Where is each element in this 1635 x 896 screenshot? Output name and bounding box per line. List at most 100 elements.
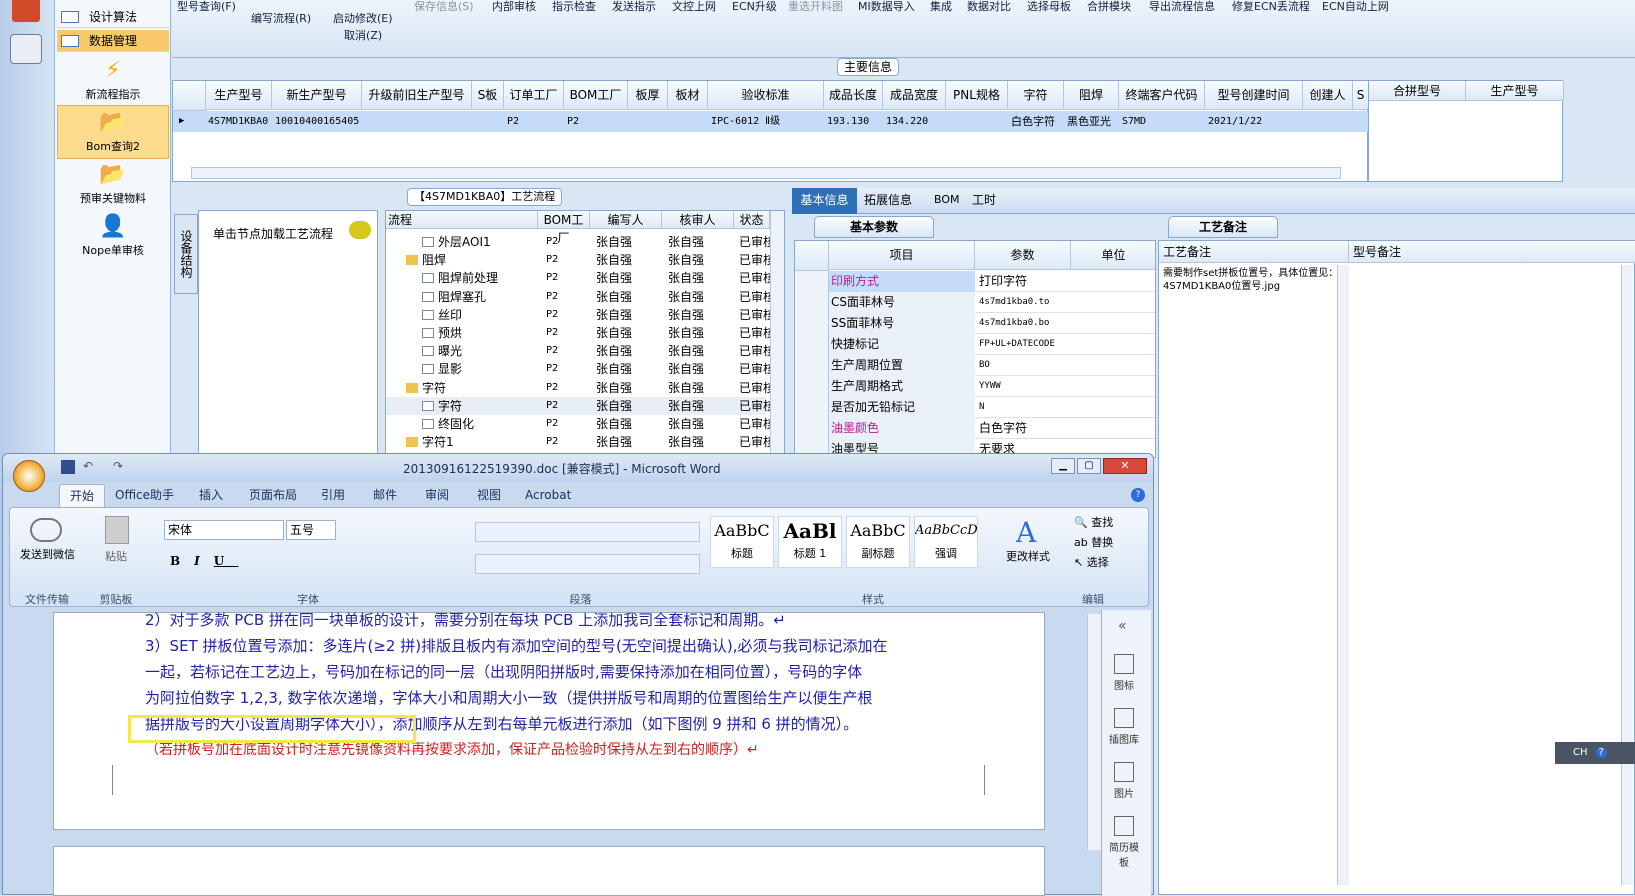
param-value[interactable]: 打印字符 [979, 271, 1027, 292]
office-button[interactable] [13, 460, 45, 492]
column-header[interactable]: 状态 [734, 211, 770, 229]
calculator-icon[interactable] [10, 34, 42, 64]
new-flow-button[interactable]: ⚡ 新流程指示 [57, 54, 169, 108]
param-row[interactable]: 是否加无铅标记 N [795, 397, 1155, 418]
param-row[interactable]: 快捷标记 FP+UL+DATECODE [795, 334, 1155, 355]
save-info-button[interactable]: 保存信息(S) [414, 0, 474, 14]
nav-item-design-algorithm[interactable]: 设计算法 [57, 6, 169, 28]
style-item[interactable]: AaBbC 标题 [710, 516, 774, 568]
ribbon-tab[interactable]: 页面布局 [249, 484, 297, 506]
param-row[interactable]: CS面菲林号 4s7md1kba0.to [795, 292, 1155, 313]
column-header[interactable]: 订单工厂 [504, 81, 564, 110]
param-value[interactable]: BO [979, 355, 990, 376]
param-value[interactable]: 白色字符 [979, 418, 1027, 439]
column-header[interactable]: 核审人 [662, 211, 734, 229]
table-row[interactable]: ▶ 4S7MD1KBA0 10010400165405 P2 P2 IPC-60… [173, 111, 1369, 132]
process-remark-text[interactable]: 需要制作set拼板位置号，具体位置见：4S7MD1KBA0位置号.jpg [1163, 267, 1343, 293]
column-header[interactable]: 成品长度 [824, 81, 883, 110]
select-master-button[interactable]: 选择母板 [1027, 0, 1071, 14]
internal-review-button[interactable]: 内部审核 [492, 0, 536, 14]
tab-basic-info[interactable]: 基本信息 [792, 188, 857, 214]
bom-query-button[interactable]: 📂 Bom查询2 [57, 105, 169, 159]
column-header[interactable]: BOM工厂 [564, 81, 628, 110]
vertical-scrollbar[interactable] [1337, 265, 1349, 885]
column-header[interactable]: 升级前旧生产型号 [362, 81, 472, 110]
param-row[interactable]: SS面菲林号 4s7md1kba0.bo [795, 313, 1155, 334]
column-header[interactable]: 项目 [829, 241, 975, 270]
check-instruction-button[interactable]: 指示检查 [552, 0, 596, 14]
cancel-button[interactable]: 取消(Z) [344, 27, 382, 43]
font-name-select[interactable]: 宋体 [164, 520, 284, 540]
ribbon-tab[interactable]: 开始 [59, 484, 106, 507]
tree-row[interactable]: 阻焊塞孔 P2 张自强 张自强 已审核 [386, 288, 775, 306]
ime-language[interactable]: CH [1573, 747, 1588, 758]
mi-import-button[interactable]: MI数据导入 [858, 0, 915, 14]
collapse-icon[interactable]: « [1118, 618, 1127, 634]
column-header[interactable]: 板材 [668, 81, 708, 110]
column-header[interactable]: 验收标准 [708, 81, 824, 110]
column-header[interactable]: 生产型号 [206, 81, 272, 110]
param-row[interactable]: 生产周期位置 BO [795, 355, 1155, 376]
font-size-select[interactable]: 五号 [286, 520, 336, 540]
vertical-scrollbar[interactable] [770, 211, 784, 457]
replace-button[interactable]: ab 替换 [1074, 534, 1113, 550]
ribbon-tab[interactable]: Office助手 [115, 484, 174, 506]
tree-row[interactable]: 字符 P2 张自强 张自强 已审核 [386, 396, 775, 415]
column-header[interactable]: 阻焊 [1064, 81, 1119, 110]
column-header[interactable]: S板 [472, 81, 504, 110]
tree-row[interactable]: 曝光 P2 张自强 张自强 已审核 [386, 342, 775, 360]
column-header[interactable]: 生产型号 [1466, 81, 1564, 101]
send-to-wechat-button[interactable]: 发送到微信 [20, 546, 75, 562]
redo-icon[interactable]: ↷ [113, 459, 123, 473]
write-flow-button[interactable]: 编写流程(R) [251, 10, 311, 26]
ecn-upgrade-button[interactable]: ECN升级 [732, 0, 777, 14]
tree-row[interactable]: 字符 P2 张自强 张自强 已审核 [386, 379, 775, 397]
integrate-button[interactable]: 集成 [930, 0, 952, 14]
ribbon-tab[interactable]: 邮件 [373, 484, 397, 506]
column-header[interactable]: 字符 [1008, 81, 1064, 110]
horizontal-scrollbar[interactable] [191, 167, 1341, 179]
column-header[interactable]: 编写人 [590, 211, 662, 229]
side-button[interactable]: 图标 [1107, 654, 1141, 692]
list-buttons[interactable] [475, 522, 700, 542]
vertical-scrollbar[interactable] [1087, 614, 1101, 850]
ribbon-tab[interactable]: 引用 [321, 484, 345, 506]
vertical-scrollbar[interactable] [1621, 265, 1633, 885]
side-button[interactable]: 简历模板 [1107, 816, 1141, 869]
maximize-icon[interactable]: ▢ [1077, 458, 1101, 474]
font-format-buttons[interactable]: BIU [170, 554, 238, 568]
alignment-buttons[interactable] [475, 554, 700, 574]
ribbon-tab[interactable]: 视图 [477, 484, 501, 506]
column-header[interactable]: 型号创建时间 [1205, 81, 1303, 110]
export-flow-button[interactable]: 导出流程信息 [1149, 0, 1215, 14]
document-page[interactable]: 2）对于多款 PCB 拼在同一块单板的设计，需要分别在每块 PCB 上添加我司全… [53, 611, 1045, 830]
data-compare-button[interactable]: 数据对比 [967, 0, 1011, 14]
nope-review-button[interactable]: 👤 Nope单审核 [57, 210, 169, 264]
paste-button[interactable]: 粘贴 [105, 548, 127, 564]
column-header[interactable]: 单位 [1071, 241, 1155, 270]
tab-process-remarks[interactable]: 工艺备注 [1168, 216, 1278, 238]
ribbon-tab[interactable]: 审阅 [425, 484, 449, 506]
save-icon[interactable] [61, 460, 75, 474]
reselect-cut-button[interactable]: 重选开料图 [788, 0, 843, 14]
tree-row[interactable]: 预烘 P2 张自强 张自强 已审核 [386, 324, 775, 342]
tree-row[interactable]: 丝印 P2 张自强 张自强 已审核 [386, 306, 775, 324]
style-item[interactable]: AaBbCcD 强调 [914, 516, 978, 568]
ribbon-tab[interactable]: Acrobat [525, 484, 571, 506]
column-header[interactable]: 参数 [975, 241, 1071, 270]
ribbon-tab[interactable]: 插入 [199, 484, 223, 506]
send-instruction-button[interactable]: 发送指示 [612, 0, 656, 14]
find-button[interactable]: 🔍 查找 [1074, 514, 1113, 530]
undo-icon[interactable]: ↶ [83, 459, 93, 473]
minimize-icon[interactable]: ▁ [1051, 458, 1075, 474]
param-row[interactable]: 油墨颜色 白色字符 [795, 418, 1155, 439]
help-icon[interactable]: ? [1131, 488, 1145, 502]
tree-row[interactable]: 终固化 P2 张自强 张自强 已审核 [386, 415, 775, 433]
tree-row[interactable]: 阻焊前处理 P2 张自强 张自强 已审核 [386, 269, 775, 287]
equipment-structure-tab[interactable]: 设备结构 [174, 214, 198, 294]
tab-extended-info[interactable]: 拓展信息 [864, 188, 912, 212]
column-header[interactable]: 合拼型号 [1369, 81, 1466, 101]
param-value[interactable]: 4s7md1kba0.bo [979, 313, 1049, 334]
column-header[interactable]: 板厚 [628, 81, 668, 110]
merge-module-button[interactable]: 合拼模块 [1087, 0, 1131, 14]
